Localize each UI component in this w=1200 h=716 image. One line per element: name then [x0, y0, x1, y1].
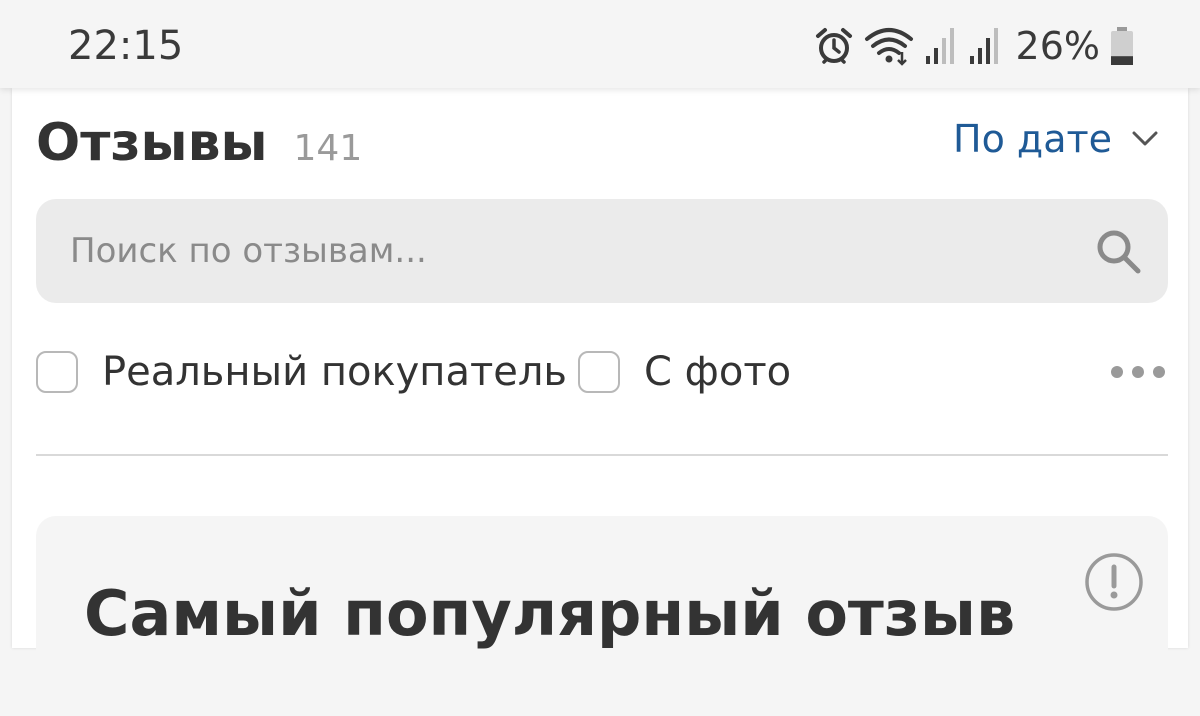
battery-icon [1111, 27, 1133, 65]
filter-real-buyer[interactable]: Реальный покупатель [36, 340, 567, 404]
battery-level-fill [1111, 56, 1133, 65]
filter-with-photo[interactable]: С фото [578, 340, 791, 404]
search-input[interactable] [36, 199, 1076, 303]
filter-label: С фото [644, 349, 792, 395]
popular-review-title: Самый популярный отзыв [84, 577, 1016, 650]
sort-label: По дате [953, 117, 1112, 161]
reviews-card: Отзывы 141 По дате Реальный покупатель С… [12, 88, 1188, 716]
chevron-down-icon [1132, 131, 1158, 146]
battery-percent: 26% [1015, 24, 1100, 68]
alarm-icon [815, 28, 852, 64]
report-icon[interactable] [1084, 552, 1144, 612]
status-icons: 26% [814, 22, 1134, 70]
filters-row: Реальный покупатель С фото [36, 340, 1168, 404]
reviews-title: Отзывы [36, 113, 268, 173]
filter-label: Реальный покупатель [102, 349, 567, 395]
reviews-header: Отзывы 141 [36, 108, 362, 178]
wifi-icon [864, 28, 913, 66]
checkbox-real-buyer[interactable] [36, 351, 78, 393]
more-options-icon[interactable] [1108, 356, 1168, 388]
checkbox-with-photo[interactable] [578, 351, 620, 393]
status-bar: 22:15 26% [0, 0, 1200, 88]
status-time: 22:15 [68, 23, 184, 69]
popular-review-card: Самый популярный отзыв [36, 516, 1168, 716]
signal-icon [969, 28, 998, 64]
signal-icon [925, 28, 954, 64]
divider [36, 454, 1168, 456]
search-icon[interactable] [1094, 227, 1142, 275]
sort-dropdown[interactable]: По дате [953, 112, 1158, 166]
search-box [36, 199, 1168, 303]
reviews-count: 141 [293, 128, 363, 169]
